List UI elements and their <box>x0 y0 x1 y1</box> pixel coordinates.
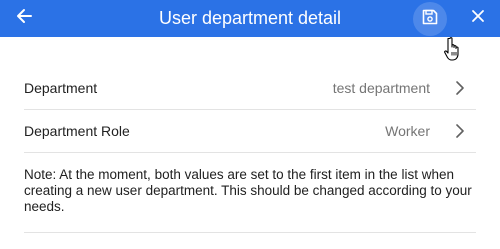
chevron-right-icon <box>452 123 468 139</box>
arrow-left-icon <box>15 7 33 30</box>
department-value: test department <box>332 80 430 96</box>
department-role-row[interactable]: Department Role Worker <box>24 110 476 153</box>
department-role-value: Worker <box>385 123 430 139</box>
hand-cursor-icon <box>443 36 465 62</box>
back-button[interactable] <box>8 2 40 34</box>
save-button[interactable] <box>413 2 447 36</box>
divider <box>24 232 476 233</box>
info-note: Note: At the moment, both values are set… <box>24 167 472 214</box>
floppy-disk-icon <box>421 8 439 31</box>
chevron-right-icon <box>452 80 468 96</box>
department-role-label: Department Role <box>24 123 130 139</box>
department-row[interactable]: Department test department <box>24 67 476 110</box>
close-button[interactable] <box>462 2 494 34</box>
department-label: Department <box>24 80 98 96</box>
close-icon <box>471 9 485 28</box>
app-header: User department detail <box>0 0 500 37</box>
